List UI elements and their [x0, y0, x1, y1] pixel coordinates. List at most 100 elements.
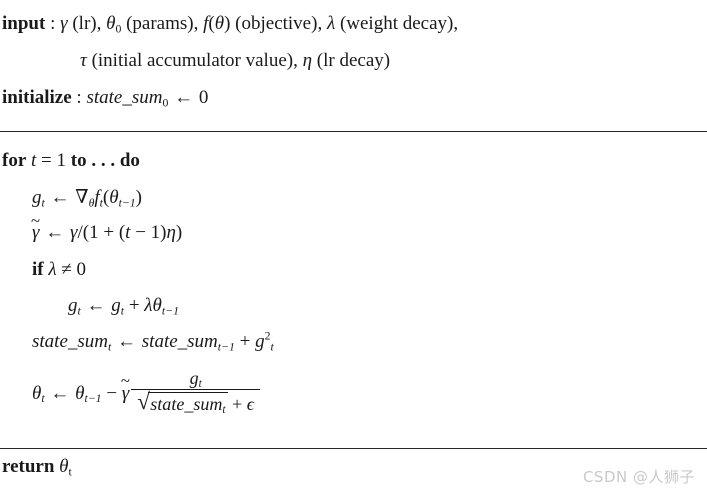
state-sum-rhs: state_sum — [141, 331, 218, 352]
gradient-line: gt ← ∇θft(θt−1) — [0, 186, 707, 209]
eta-description: (lr decay) — [312, 50, 391, 71]
gradient-symbol: g — [255, 331, 265, 352]
f-description: (objective), — [230, 13, 327, 34]
initialize-keyword: initialize — [2, 87, 72, 108]
parameter-update-line: θt ← θt−1 − ~ γ gt √ state_sumt + ϵ — [0, 369, 707, 417]
theta-subscript: t−1 — [161, 304, 179, 318]
gamma-tilde-group: ~ γ — [121, 373, 130, 405]
eta-symbol: η — [166, 222, 176, 243]
state-sum-subscript: 0 — [162, 96, 169, 110]
ellipsis: . . . — [91, 150, 116, 171]
tilde-accent-icon: ~ — [31, 210, 41, 230]
not-equal-icon: ≠ — [61, 259, 72, 280]
gradient-subscript: t — [120, 304, 125, 318]
return-theta-subscript: t — [68, 465, 72, 479]
plus-sign: + — [232, 393, 243, 414]
radical-icon: √ — [137, 387, 150, 414]
assign-arrow-icon: ← — [86, 295, 106, 316]
assign-arrow-icon: ← — [117, 331, 137, 352]
state-sum-update-line: state_sumt ← state_sumt−1 + g2t — [0, 330, 707, 354]
loop-variable: t — [125, 222, 131, 243]
gamma-tilde-group: ~ γ — [31, 212, 40, 244]
divider-top — [0, 131, 707, 132]
watermark: CSDN @人狮子 — [582, 468, 695, 486]
minus-sign: − — [135, 222, 146, 243]
tau-description: (initial accumulator value), — [86, 50, 303, 71]
divide-paren-open: /( — [77, 222, 90, 243]
loop-start-value: 1 — [56, 150, 67, 171]
gradient-symbol: g — [111, 295, 121, 316]
return-theta: θ — [59, 456, 69, 477]
if-condition-line: if λ ≠ 0 — [0, 259, 707, 281]
return-keyword: return — [2, 456, 55, 477]
state-sum-subscript: t — [222, 404, 226, 417]
plus-sign: + — [239, 331, 251, 352]
one-term: 1 — [150, 222, 161, 243]
tilde-accent-icon: ~ — [120, 371, 130, 391]
eta-symbol: η — [302, 50, 313, 71]
loop-variable: t — [31, 150, 37, 171]
algorithm-block: input : γ (lr), θ0 (params), f(θ) (objec… — [0, 0, 707, 502]
state-sum-lhs-subscript: t — [108, 340, 112, 354]
theta-subscript: t−1 — [84, 392, 102, 406]
input-keyword: input — [2, 13, 46, 34]
input-line-2: τ (initial accumulator value), η (lr dec… — [0, 50, 707, 72]
radicand: state_sumt — [148, 391, 228, 417]
paren-close: ) — [135, 187, 142, 208]
initialize-line: initialize : state_sum0 ← 0 — [0, 87, 707, 109]
state-sum-variable: state_sum — [86, 87, 163, 108]
update-fraction: gt √ state_sumt + ϵ — [131, 369, 260, 417]
epsilon-symbol: ϵ — [246, 393, 254, 414]
zero-value: 0 — [76, 259, 87, 280]
gradient-lhs-subscript: t — [41, 196, 45, 210]
gradient-subscript: t — [270, 340, 274, 354]
gamma-description: (lr), — [67, 13, 107, 34]
assign-arrow-icon: ← — [50, 187, 70, 208]
theta-subscript: t−1 — [118, 196, 136, 210]
input-line-1: input : γ (lr), θ0 (params), f(θ) (objec… — [0, 13, 707, 35]
if-keyword: if — [32, 259, 44, 280]
minus-sign: − — [106, 382, 118, 404]
equals-sign: = — [41, 150, 52, 171]
tau-symbol: τ — [80, 50, 87, 71]
assign-arrow-icon: ← — [45, 222, 65, 243]
theta-lhs: θ — [32, 382, 42, 404]
fraction-denominator: √ state_sumt + ϵ — [131, 387, 260, 417]
theta-lhs-subscript: t — [41, 392, 45, 406]
divider-bottom — [0, 448, 707, 449]
state-sum-variable: state_sum — [150, 393, 223, 414]
for-keyword: for — [2, 150, 27, 171]
theta-description: (params), — [121, 13, 204, 34]
gradient-lhs: g — [68, 295, 78, 316]
for-loop-line: for t = 1 to . . . do — [0, 150, 707, 172]
weight-decay-line: gt ← gt + λθt−1 — [0, 295, 707, 317]
do-keyword: do — [119, 150, 140, 171]
theta-symbol: θ — [152, 295, 162, 316]
lambda-symbol: λ — [144, 295, 153, 316]
state-sum-rhs-subscript: t−1 — [217, 340, 235, 354]
plus-sign: + — [103, 222, 115, 243]
gradient-subscript: t — [198, 378, 202, 391]
gradient-lhs-subscript: t — [77, 304, 81, 318]
assign-arrow-icon: ← — [50, 382, 70, 404]
nabla-icon: ∇ — [75, 187, 89, 208]
f-argument: θ — [214, 13, 225, 34]
initialize-value: 0 — [198, 87, 209, 108]
initialize-colon: : — [71, 87, 87, 108]
lambda-symbol: λ — [48, 259, 57, 280]
assign-arrow-icon: ← — [174, 87, 194, 108]
gamma-tilde-line: ~ γ ← γ/(1 + (t − 1)η) — [0, 212, 707, 244]
input-colon: : — [45, 13, 61, 34]
lambda-symbol: λ — [326, 13, 336, 34]
fraction-numerator: gt — [131, 369, 260, 390]
gamma-symbol: γ — [60, 13, 68, 34]
square-root-group: √ state_sumt — [137, 387, 228, 417]
to-keyword: to — [70, 150, 87, 171]
one-term: 1 — [89, 222, 99, 243]
gradient-symbol: g — [189, 368, 199, 388]
paren-close-outer: ) — [175, 222, 183, 243]
lambda-description: (weight decay), — [335, 13, 459, 34]
plus-sign: + — [128, 295, 140, 316]
theta-symbol: θ — [109, 187, 119, 208]
state-sum-lhs: state_sum — [32, 331, 108, 352]
